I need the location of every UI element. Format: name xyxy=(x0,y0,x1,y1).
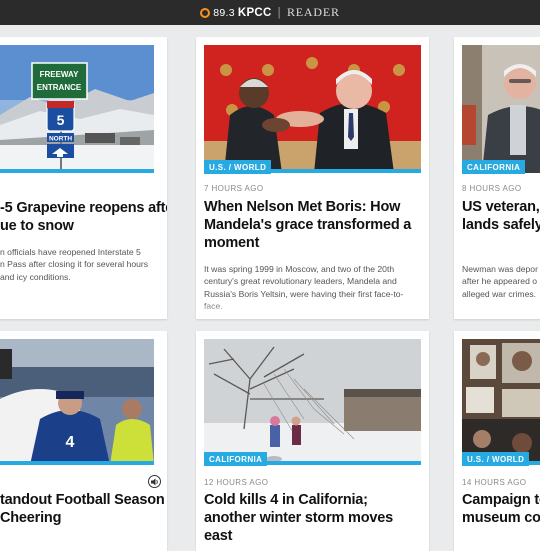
article-image-veteran xyxy=(462,45,540,173)
article-headline[interactable]: Cold kills 4 in California; another wint… xyxy=(204,491,419,545)
category-tag[interactable]: U.S. / WORLD xyxy=(204,160,272,174)
article-headline[interactable]: US veteran, h lands safely i xyxy=(462,198,540,234)
brand-section: READER xyxy=(286,5,340,19)
brand-logo[interactable]: 89.3 KPCC | READER xyxy=(200,5,340,20)
brand-separator: | xyxy=(277,6,281,19)
audio-speaker-icon[interactable] xyxy=(148,475,161,488)
article-summary: n officials have reopened Interstate 5 n… xyxy=(0,247,149,282)
svg-text:NORTH: NORTH xyxy=(49,136,72,143)
article-image-mandela-yeltsin xyxy=(204,45,421,173)
article-summary: Newman was depor after he appeared o all… xyxy=(462,264,538,299)
kpcc-circle-logo-icon xyxy=(200,7,211,18)
summary-fade xyxy=(196,301,429,319)
article-headline[interactable]: tandout Football Season Cheering xyxy=(0,491,167,527)
brand-station: KPCC xyxy=(237,6,272,19)
article-timestamp: 14 HOURS AGO xyxy=(462,478,527,487)
brand-frequency: 89.3 xyxy=(213,6,235,19)
svg-text:4: 4 xyxy=(66,434,75,451)
article-timestamp: 8 HOURS AGO xyxy=(462,184,522,193)
article-card[interactable]: 4 tandout Football Season Cheering xyxy=(0,331,167,551)
article-image-football: 4 xyxy=(0,339,154,465)
article-timestamp: 7 HOURS AGO xyxy=(204,184,264,193)
svg-text:ENTRANCE: ENTRANCE xyxy=(37,83,82,92)
article-image-freeway: FREEWAY ENTRANCE 5 NORTH xyxy=(0,45,154,173)
article-card[interactable]: U.S. / WORLD 7 HOURS AGO When Nelson Met… xyxy=(196,37,429,319)
category-tag[interactable]: CALIFORNIA xyxy=(204,452,268,466)
svg-text:5: 5 xyxy=(57,112,65,128)
article-headline[interactable]: When Nelson Met Boris: How Mandela's gra… xyxy=(204,198,419,252)
article-timestamp: 12 HOURS AGO xyxy=(204,478,269,487)
article-card[interactable]: FREEWAY ENTRANCE 5 NORTH -5 Grapevine re… xyxy=(0,37,167,319)
article-card[interactable]: CALIFORNIA 12 HOURS AGO Cold kills 4 in … xyxy=(196,331,429,551)
article-image-ice-storm xyxy=(204,339,421,465)
category-tag[interactable]: U.S. / WORLD xyxy=(462,452,530,466)
article-headline[interactable]: Campaign to museum com xyxy=(462,491,540,527)
category-tag[interactable]: CALIFORNIA xyxy=(462,160,526,174)
top-bar: 89.3 KPCC | READER xyxy=(0,0,540,25)
article-card[interactable]: U.S. / WORLD 14 HOURS AGO Campaign to mu… xyxy=(454,331,540,551)
article-headline[interactable]: -5 Grapevine reopens after ue to snow xyxy=(0,199,167,235)
svg-text:FREEWAY: FREEWAY xyxy=(40,70,79,79)
article-card[interactable]: CALIFORNIA 8 HOURS AGO US veteran, h lan… xyxy=(454,37,540,319)
article-image-museum xyxy=(462,339,540,465)
